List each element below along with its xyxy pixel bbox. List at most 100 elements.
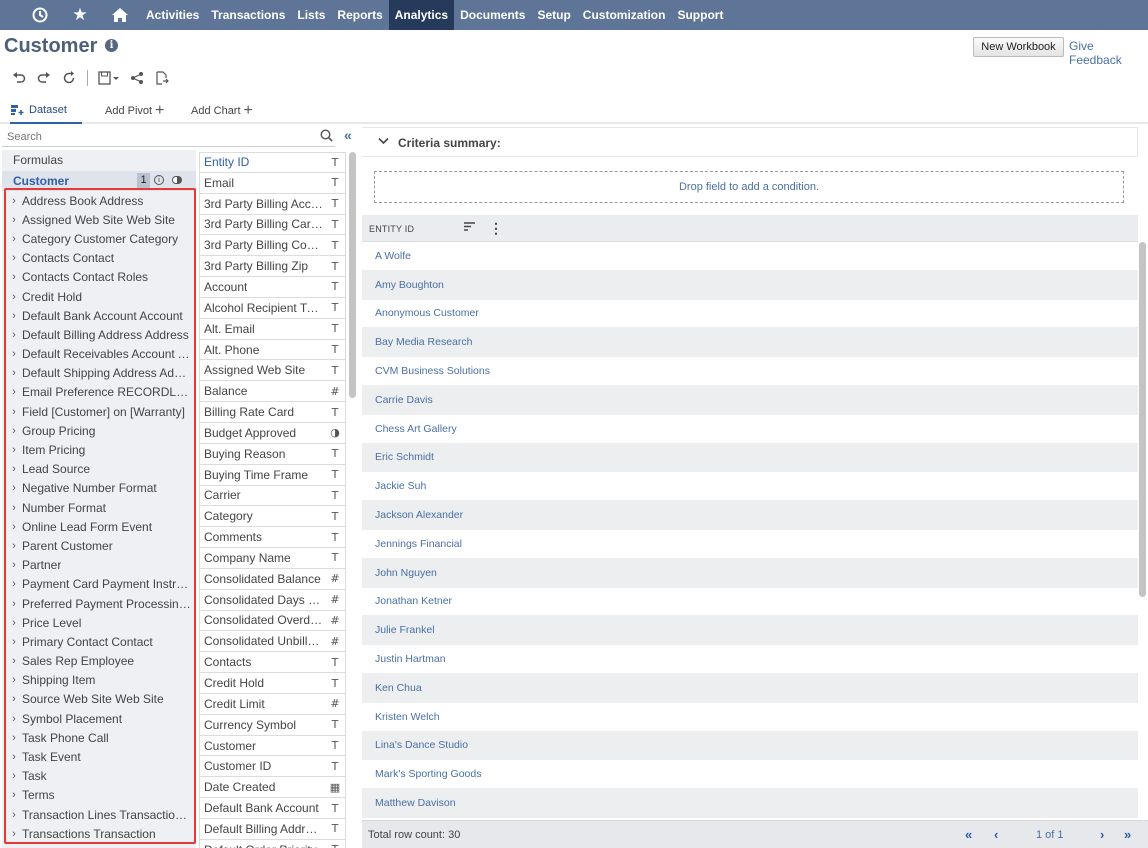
refresh-icon[interactable] (56, 68, 81, 88)
field-item[interactable]: Credit Limit # (199, 693, 346, 715)
field-item[interactable]: Alt. Email T (199, 318, 346, 340)
field-item[interactable]: Consolidated Balance # (199, 568, 346, 590)
field-item[interactable]: Customer T (199, 735, 346, 757)
tab-dataset[interactable]: Dataset (10, 98, 82, 124)
chevron-down-icon[interactable] (378, 134, 389, 148)
field-item[interactable]: Consolidated Overdue Balance # (199, 610, 346, 632)
field-item[interactable]: Alcohol Recipient Type T (199, 297, 346, 319)
nav-item-documents[interactable]: Documents (454, 0, 531, 30)
field-item[interactable]: Default Bank Account T (199, 798, 346, 819)
table-row[interactable]: Kristen Welch (362, 703, 1138, 732)
collapse-panel-icon[interactable]: « (344, 127, 352, 143)
table-row[interactable]: Amy Boughton (362, 270, 1138, 300)
field-item[interactable]: 3rd Party Billing Carrier T (199, 214, 346, 236)
field-item[interactable]: Date Created ▦ (199, 777, 346, 799)
field-item[interactable]: Credit Hold T (199, 673, 346, 694)
star-icon[interactable]: ★ (60, 0, 100, 30)
criteria-summary[interactable]: Criteria summary: (362, 127, 1138, 157)
field-item[interactable]: Billing Rate Card T (199, 402, 346, 423)
table-row[interactable]: Jackie Suh (362, 472, 1138, 502)
table-row[interactable]: Ken Chua (362, 673, 1138, 703)
field-type-icon: T (331, 280, 339, 294)
table-row[interactable]: Matthew Davison (362, 789, 1138, 818)
field-item[interactable]: Alt. Phone T (199, 339, 346, 361)
export-icon[interactable] (149, 68, 174, 88)
tab-add-pivot[interactable]: Add Pivot + (105, 98, 164, 124)
field-item[interactable]: Consolidated Unbilled Orders # (199, 631, 346, 653)
table-row[interactable]: Jackson Alexander (362, 501, 1138, 530)
field-list-scrollbar[interactable] (349, 152, 356, 398)
table-row[interactable]: Mark's Sporting Goods (362, 760, 1138, 790)
field-item[interactable]: Customer ID T (199, 756, 346, 778)
tab-add-chart[interactable]: Add Chart + (191, 98, 253, 124)
field-item[interactable]: Budget Approved ◑ (199, 422, 346, 444)
field-item[interactable]: Default Billing Address T (199, 819, 346, 840)
table-row[interactable]: A Wolfe (362, 242, 1138, 271)
field-type-icon: T (331, 655, 339, 669)
first-page-icon[interactable]: « (965, 827, 972, 842)
nav-item-customization[interactable]: Customization (577, 0, 672, 30)
table-row[interactable]: Lina's Dance Studio (362, 731, 1138, 761)
field-item[interactable]: Balance # (199, 381, 346, 403)
recent-icon[interactable] (20, 0, 60, 30)
table-row[interactable]: John Nguyen (362, 558, 1138, 588)
results-scrollbar[interactable] (1139, 242, 1146, 597)
field-item[interactable]: Consolidated Days Overdue # (199, 589, 346, 611)
field-item[interactable]: Currency Symbol T (199, 714, 346, 736)
table-row[interactable]: Carrie Davis (362, 385, 1138, 415)
field-item[interactable]: Carrier T (199, 485, 346, 507)
search-icon[interactable] (320, 129, 333, 145)
save-icon[interactable] (94, 68, 124, 88)
sort-icon[interactable] (463, 221, 476, 235)
field-item[interactable]: Comments T (199, 527, 346, 549)
give-feedback-link[interactable]: Give Feedback (1069, 39, 1148, 67)
undo-icon[interactable] (6, 68, 31, 88)
field-item[interactable]: Buying Reason T (199, 443, 346, 465)
nav-item-setup[interactable]: Setup (531, 0, 576, 30)
nav-item-lists[interactable]: Lists (291, 0, 331, 30)
nav-item-transactions[interactable]: Transactions (205, 0, 291, 30)
condition-drop-zone[interactable]: Drop field to add a condition. (374, 171, 1124, 203)
nav-item-support[interactable]: Support (671, 0, 729, 30)
table-row[interactable]: Julie Frankel (362, 616, 1138, 646)
next-page-icon[interactable]: › (1100, 827, 1104, 842)
record-info-icon[interactable]: i (154, 175, 164, 185)
more-options-icon[interactable]: ⋮ (489, 220, 503, 237)
previous-page-icon[interactable]: ‹ (994, 827, 998, 842)
table-row[interactable]: Chess Art Gallery (362, 415, 1138, 444)
table-row[interactable]: Anonymous Customer (362, 300, 1138, 329)
field-item[interactable]: Email T (199, 172, 346, 194)
field-item[interactable]: Account T (199, 277, 346, 298)
table-row[interactable]: CVM Business Solutions (362, 357, 1138, 386)
nav-item-activities[interactable]: Activities (140, 0, 205, 30)
field-item[interactable]: Buying Time Frame T (199, 464, 346, 486)
info-icon[interactable]: i (105, 39, 118, 52)
field-item[interactable]: Company Name T (199, 548, 346, 569)
field-item[interactable]: Assigned Web Site T (199, 360, 346, 382)
field-type-icon: T (331, 447, 339, 461)
nav-item-reports[interactable]: Reports (331, 0, 388, 30)
last-page-icon[interactable]: » (1124, 827, 1131, 842)
table-row[interactable]: Jonathan Ketner (362, 588, 1138, 617)
column-header[interactable]: ENTITY ID ⋮ (362, 215, 1138, 242)
field-item[interactable]: Category T (199, 506, 346, 528)
field-item[interactable]: Default Order Priority T (199, 839, 346, 848)
share-icon[interactable] (124, 68, 149, 88)
toggle-icon[interactable] (172, 176, 182, 184)
nav-item-analytics[interactable]: Analytics (388, 0, 455, 30)
field-item[interactable]: 3rd Party Billing Country T (199, 235, 346, 257)
field-item[interactable]: 3rd Party Billing Account T (199, 193, 346, 215)
field-list: Entity ID T Email T 3rd Party Billing Accoun… (199, 152, 346, 848)
table-row[interactable]: Bay Media Research (362, 328, 1138, 358)
search-input[interactable] (2, 131, 302, 143)
redo-icon[interactable] (31, 68, 56, 88)
field-item[interactable]: Entity ID T (199, 152, 346, 173)
table-row[interactable]: Eric Schmidt (362, 443, 1138, 473)
table-row[interactable]: Jennings Financial (362, 530, 1138, 559)
formulas-item[interactable]: Formulas (13, 153, 63, 167)
new-workbook-button[interactable]: New Workbook (973, 37, 1064, 57)
home-icon[interactable] (100, 0, 140, 30)
table-row[interactable]: Justin Hartman (362, 645, 1138, 674)
field-item[interactable]: Contacts T (199, 652, 346, 674)
field-item[interactable]: 3rd Party Billing Zip T (199, 256, 346, 278)
